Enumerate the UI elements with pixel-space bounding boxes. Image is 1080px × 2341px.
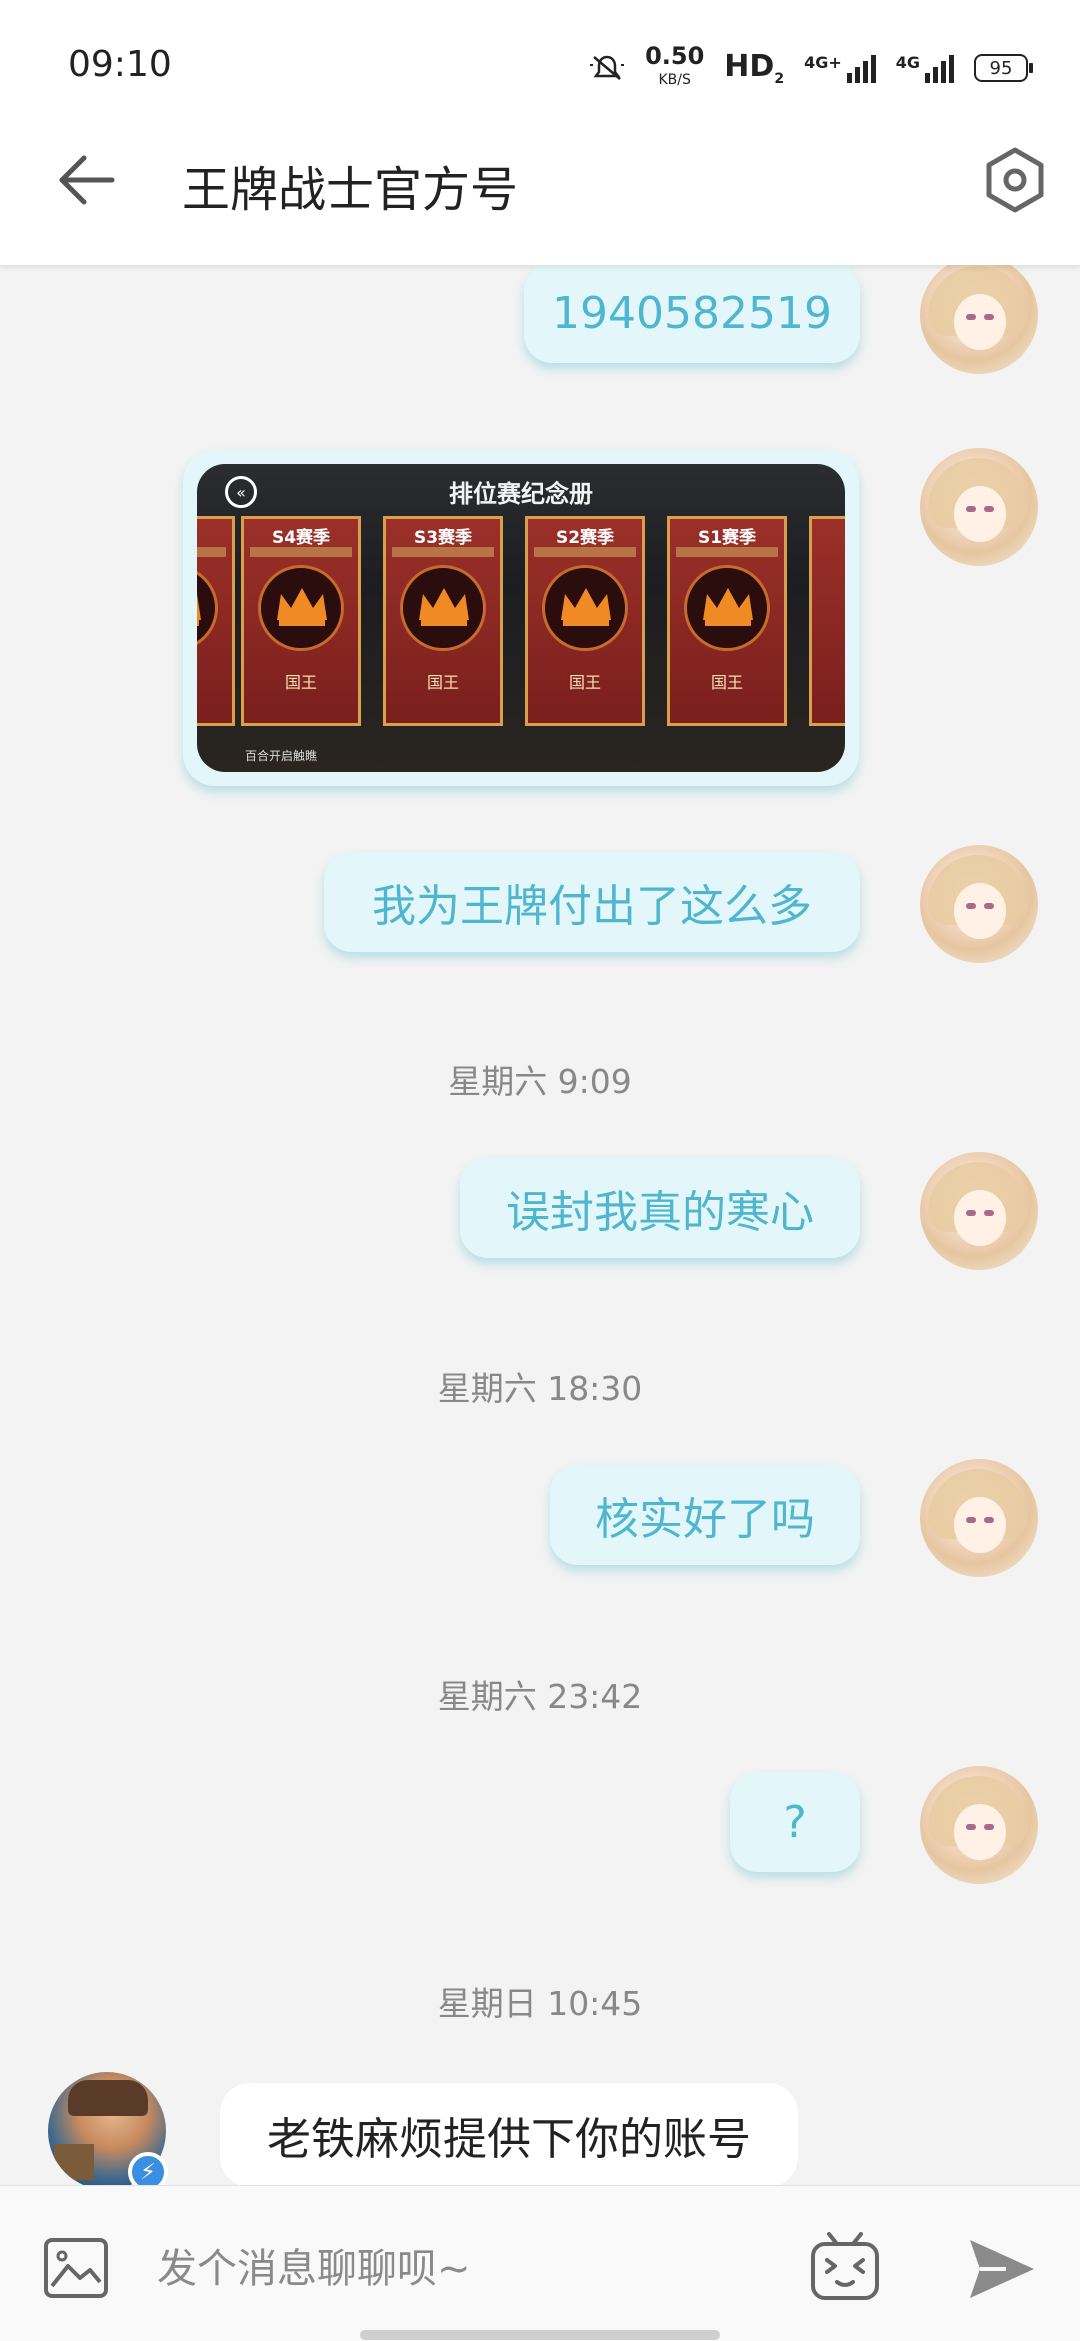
card-label: S3赛季: [413, 528, 473, 548]
timestamp: 星期日 10:45: [437, 1984, 643, 2023]
card-rank: 国王: [284, 673, 317, 692]
card-rank: 国王: [426, 673, 459, 692]
card-subtitle-bar: [392, 547, 494, 557]
card-label: S2赛季: [555, 528, 615, 548]
card-subtitle-bar: [534, 547, 636, 557]
avatar[interactable]: [920, 845, 1038, 963]
avatar[interactable]: [920, 256, 1038, 374]
season-card: 国王: [197, 516, 235, 726]
message-bubble-incoming[interactable]: 老铁麻烦提供下你的账号: [220, 2083, 798, 2187]
settings-button[interactable]: [980, 145, 1050, 215]
crown-emblem: [197, 565, 218, 651]
signal-tag: 4G: [895, 53, 920, 72]
timestamp: 星期六 18:30: [437, 1369, 643, 1408]
image-footer: 百合开启触瞧: [245, 749, 318, 763]
net-speed-unit: KB/S: [658, 72, 691, 88]
timestamp: 星期六 23:42: [437, 1677, 643, 1716]
home-indicator[interactable]: [360, 2330, 720, 2340]
back-button[interactable]: [52, 145, 122, 215]
input-bar: [0, 2185, 1080, 2341]
hd-sub: 2: [774, 71, 785, 87]
message-bubble-outgoing[interactable]: 误封我真的寒心: [460, 1158, 860, 1258]
image-icon: [44, 2238, 108, 2298]
signal-icon: 4G+: [804, 53, 876, 83]
emoji-button[interactable]: [805, 2226, 885, 2306]
card-subtitle-bar: [197, 547, 226, 557]
page-title: 王牌战士官方号: [182, 162, 519, 218]
hexagon-settings-icon: [986, 147, 1044, 213]
avatar[interactable]: [920, 1152, 1038, 1270]
message-input[interactable]: [155, 2232, 759, 2306]
season-card: S2赛季 国王: [525, 516, 645, 726]
net-speed-value: 0.50: [645, 42, 705, 70]
season-card: [809, 516, 845, 726]
image-message-bubble[interactable]: « 排位赛纪念册 国王 S4赛季 国王 S3赛季 国王 S2赛季 国王 S1赛: [183, 450, 859, 786]
battery-level: 95: [989, 57, 1013, 79]
status-icons: 0.50 KB/S HD2 4G+ 4G 95: [589, 44, 1033, 92]
card-label: S4赛季: [271, 528, 331, 548]
avatar[interactable]: [920, 1459, 1038, 1577]
send-button[interactable]: [966, 2234, 1038, 2304]
card-subtitle-bar: [250, 547, 352, 557]
message-bubble-outgoing[interactable]: 核实好了吗: [550, 1465, 860, 1565]
message-bubble-outgoing[interactable]: 我为王牌付出了这么多: [324, 852, 860, 952]
card-subtitle-bar: [676, 547, 778, 557]
message-bubble-outgoing[interactable]: ?: [730, 1772, 860, 1872]
top-bar: 09:10 0.50 KB/S HD2 4G+ 4G 95 王牌战士官方号: [0, 0, 1080, 265]
card-rank: 国王: [197, 669, 232, 693]
image-button[interactable]: [40, 2232, 112, 2304]
net-speed: 0.50 KB/S: [645, 44, 704, 92]
signal-icon: 4G: [896, 53, 954, 83]
image-title: 排位赛纪念册: [449, 480, 593, 508]
season-card: S1赛季 国王: [667, 516, 787, 726]
season-card: S4赛季 国王: [241, 516, 361, 726]
hd-indicator: HD2: [724, 49, 784, 87]
crown-emblem: [258, 565, 344, 651]
card-rank: 国王: [710, 673, 743, 692]
battery-icon: 95: [974, 54, 1033, 82]
arrow-left-icon: [59, 155, 115, 205]
mute-icon: [590, 55, 625, 80]
crown-emblem: [400, 565, 486, 651]
tv-emoji-icon: [811, 2232, 879, 2300]
season-card: S3赛季 国王: [383, 516, 503, 726]
timestamp: 星期六 9:09: [448, 1062, 632, 1101]
status-time: 09:10: [68, 44, 172, 85]
send-icon: [970, 2240, 1034, 2298]
card-rank: 国王: [568, 673, 601, 692]
crown-emblem: [542, 565, 628, 651]
avatar[interactable]: [920, 448, 1038, 566]
crown-emblem: [684, 565, 770, 651]
avatar[interactable]: [920, 1766, 1038, 1884]
signal-tag: 4G+: [804, 53, 842, 72]
shared-image[interactable]: « 排位赛纪念册 国王 S4赛季 国王 S3赛季 国王 S2赛季 国王 S1赛: [197, 464, 845, 772]
card-label: S1赛季: [697, 528, 757, 548]
hd-label: HD: [724, 49, 775, 84]
message-bubble-outgoing[interactable]: 1940582519: [524, 263, 860, 363]
